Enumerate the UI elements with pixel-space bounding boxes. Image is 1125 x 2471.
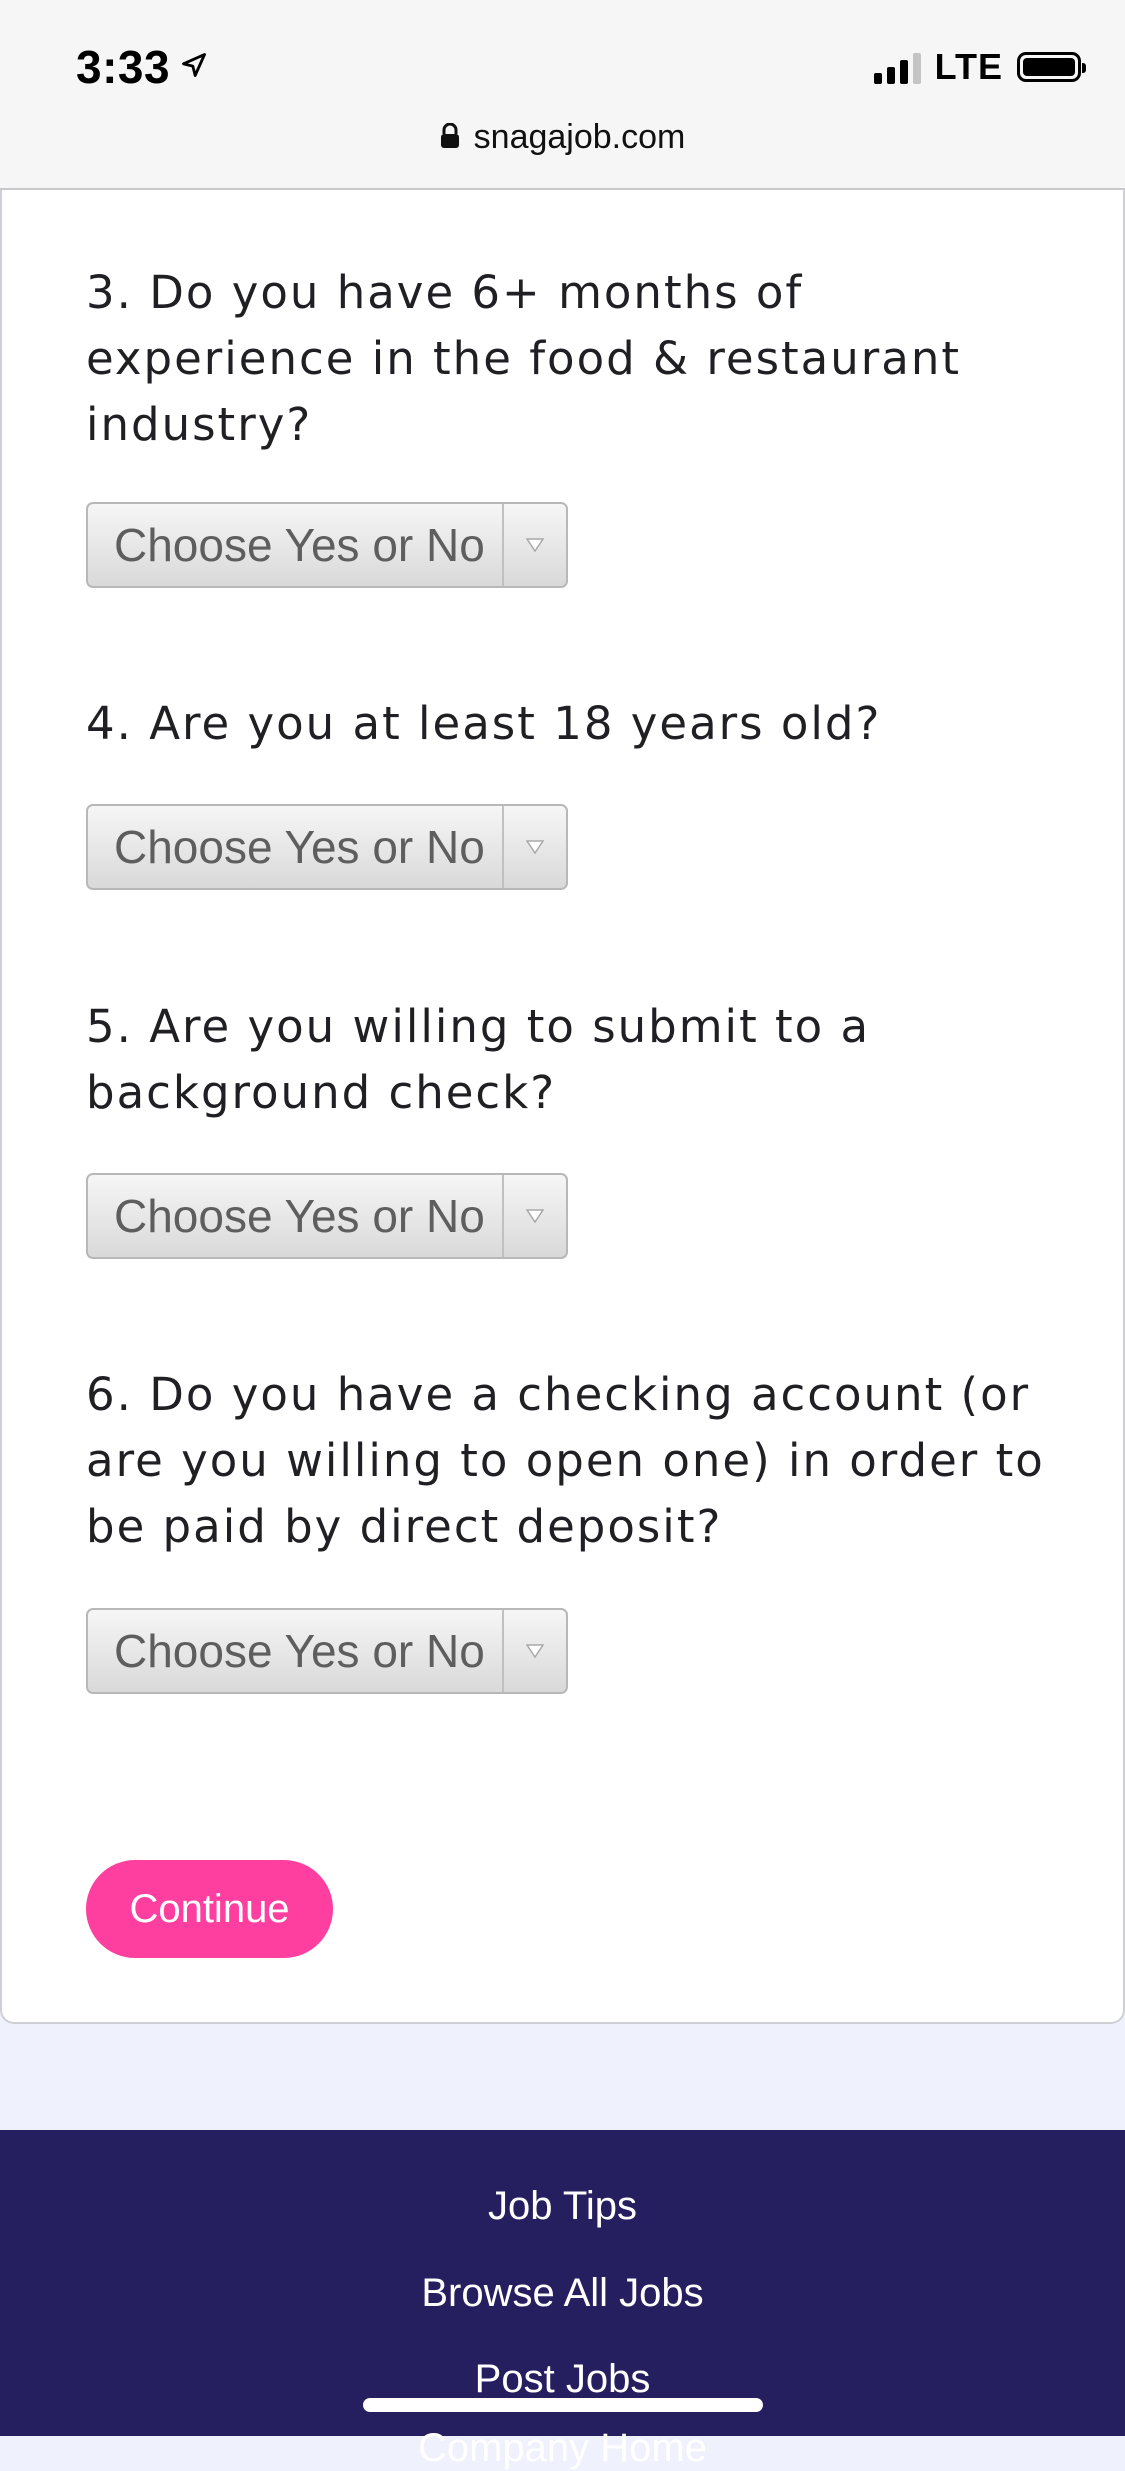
chevron-down-icon bbox=[504, 1175, 566, 1257]
question-3-text: 3. Do you have 6+ months of experience i… bbox=[86, 266, 961, 451]
footer-link-post-jobs[interactable]: Post Jobs bbox=[0, 2357, 1125, 2402]
question-3-select[interactable]: Choose Yes or No bbox=[86, 502, 568, 588]
question-6-select[interactable]: Choose Yes or No bbox=[86, 1608, 568, 1694]
select-value: Choose Yes or No bbox=[114, 1190, 485, 1242]
url-text: snagajob.com bbox=[473, 118, 686, 156]
home-indicator[interactable] bbox=[363, 2398, 763, 2412]
clock-group: 3:33 bbox=[76, 40, 208, 94]
question-5-select[interactable]: Choose Yes or No bbox=[86, 1173, 568, 1259]
select-value: Choose Yes or No bbox=[114, 1625, 485, 1677]
status-indicators: LTE bbox=[873, 46, 1086, 88]
battery-level bbox=[1023, 58, 1075, 76]
question-4-text: 4. Are you at least 18 years old? bbox=[86, 697, 882, 750]
screening-questions-card: 3. Do you have 6+ months of experience i… bbox=[0, 190, 1125, 2024]
network-type: LTE bbox=[934, 46, 1003, 87]
continue-button[interactable]: Continue bbox=[86, 1860, 333, 1958]
chevron-down-icon bbox=[504, 806, 566, 888]
select-value: Choose Yes or No bbox=[114, 519, 485, 571]
status-bar: 3:33 LTE snagajob.com bbox=[0, 0, 1125, 190]
footer-link-job-tips[interactable]: Job Tips bbox=[0, 2184, 1125, 2229]
footer-link-browse-all-jobs[interactable]: Browse All Jobs bbox=[0, 2271, 1125, 2316]
lock-icon bbox=[440, 122, 460, 153]
cellular-signal-icon bbox=[873, 50, 921, 84]
site-footer: Job Tips Browse All Jobs Post Jobs Compa… bbox=[0, 2130, 1125, 2470]
chevron-down-icon bbox=[504, 1610, 566, 1692]
select-value: Choose Yes or No bbox=[114, 821, 485, 873]
question-4-select[interactable]: Choose Yes or No bbox=[86, 804, 568, 890]
chevron-down-icon bbox=[504, 504, 566, 586]
location-arrow-icon bbox=[180, 51, 208, 83]
status-time: 3:33 bbox=[76, 41, 171, 93]
question-6-text: 6. Do you have a checking account (or ar… bbox=[86, 1368, 1045, 1553]
footer-link-company-home[interactable]: Company Home bbox=[0, 2426, 1125, 2471]
battery-icon bbox=[1017, 52, 1086, 82]
question-5-text: 5. Are you willing to submit to a backgr… bbox=[86, 1000, 871, 1119]
address-bar[interactable]: snagajob.com bbox=[0, 118, 1125, 157]
